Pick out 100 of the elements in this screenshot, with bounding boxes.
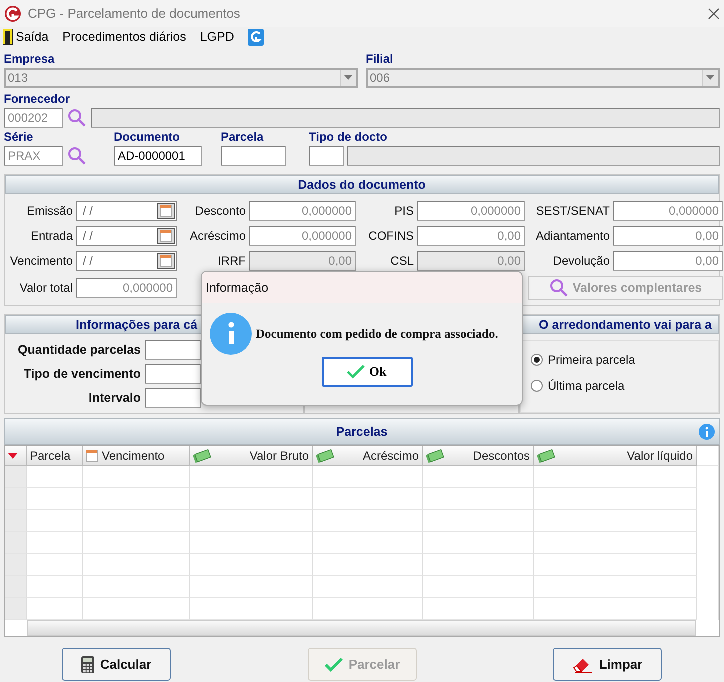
input-field[interactable] [145, 364, 201, 384]
table-cell[interactable] [27, 488, 83, 510]
menu-item[interactable]: Procedimentos diários [62, 30, 186, 44]
menu-item[interactable]: Saída [3, 29, 49, 45]
app-logo-icon[interactable] [248, 28, 264, 46]
table-cell[interactable] [27, 532, 83, 554]
document-type-field[interactable] [309, 146, 344, 166]
table-cell[interactable] [423, 554, 534, 576]
table-cell[interactable] [423, 510, 534, 532]
table-cell[interactable] [190, 554, 313, 576]
horizontal-scrollbar[interactable] [27, 620, 696, 636]
supplier-code-field[interactable]: 000202 [4, 108, 63, 128]
table-cell[interactable] [83, 532, 190, 554]
info-icon[interactable] [699, 424, 715, 440]
table-cell[interactable] [313, 554, 423, 576]
table-cell[interactable] [423, 532, 534, 554]
branch-dropdown[interactable]: 006 [366, 68, 720, 88]
table-cell[interactable] [83, 510, 190, 532]
row-header[interactable] [5, 576, 27, 598]
company-dropdown[interactable]: 013 [4, 68, 358, 88]
table-cell[interactable] [83, 488, 190, 510]
input-field[interactable] [145, 388, 201, 408]
table-cell[interactable] [313, 466, 423, 488]
close-icon[interactable] [708, 8, 720, 20]
installment-field[interactable] [221, 146, 286, 166]
table-cell[interactable] [190, 488, 313, 510]
row-header[interactable] [5, 598, 27, 620]
calendar-button[interactable] [157, 253, 175, 269]
action-button[interactable]: Limpar [553, 648, 662, 681]
table-cell[interactable] [190, 510, 313, 532]
table-cell[interactable] [534, 466, 697, 488]
table-cell[interactable] [313, 576, 423, 598]
radio-option[interactable]: Primeira parcela [531, 353, 708, 367]
search-icon[interactable] [67, 108, 87, 128]
table-cell[interactable] [534, 576, 697, 598]
radio-button[interactable] [531, 380, 543, 392]
menu-item[interactable]: LGPD [200, 30, 234, 44]
number-field[interactable]: 0,000000 [249, 201, 356, 221]
supplier-name-field[interactable] [91, 108, 720, 128]
search-icon[interactable] [67, 146, 87, 166]
column-header[interactable]: Parcela [27, 446, 83, 466]
date-field[interactable]: / / [76, 201, 177, 221]
table-cell[interactable] [534, 554, 697, 576]
table-cell[interactable] [534, 598, 697, 620]
number-field[interactable]: 0,00 [613, 251, 723, 271]
number-field[interactable]: 0,000000 [417, 201, 525, 221]
table-cell[interactable] [313, 488, 423, 510]
sort-arrow-icon[interactable] [8, 452, 18, 458]
row-header[interactable] [5, 532, 27, 554]
calendar-button[interactable] [157, 228, 175, 244]
document-field[interactable]: AD-0000001 [114, 146, 202, 166]
table-cell[interactable] [313, 598, 423, 620]
number-field[interactable]: 0,000000 [249, 226, 356, 246]
table-cell[interactable] [190, 576, 313, 598]
table-cell[interactable] [83, 466, 190, 488]
table-cell[interactable] [27, 510, 83, 532]
series-field[interactable]: PRAX [4, 146, 63, 166]
table-cell[interactable] [534, 532, 697, 554]
date-field[interactable]: / / [76, 226, 177, 246]
number-field[interactable]: 0,00 [613, 226, 723, 246]
table-cell[interactable] [423, 576, 534, 598]
table-cell[interactable] [190, 532, 313, 554]
table-cell[interactable] [423, 598, 534, 620]
dropdown-arrow-icon[interactable] [706, 75, 715, 81]
table-cell[interactable] [27, 466, 83, 488]
calendar-button[interactable] [157, 203, 175, 219]
ok-button[interactable]: Ok [322, 357, 412, 387]
table-cell[interactable] [190, 466, 313, 488]
row-header[interactable] [5, 488, 27, 510]
radio-option[interactable]: Última parcela [531, 379, 708, 393]
row-header[interactable] [5, 510, 27, 532]
table-cell[interactable] [27, 554, 83, 576]
column-header[interactable]: Descontos [423, 446, 534, 466]
date-field[interactable]: / / [76, 251, 177, 271]
table-cell[interactable] [190, 598, 313, 620]
table-cell[interactable] [313, 532, 423, 554]
table-cell[interactable] [27, 598, 83, 620]
action-button[interactable]: Calcular [62, 648, 171, 681]
table-cell[interactable] [423, 466, 534, 488]
table-cell[interactable] [313, 510, 423, 532]
table-cell[interactable] [534, 488, 697, 510]
column-header[interactable]: Valor líquido [534, 446, 697, 466]
document-type-name-field[interactable] [347, 146, 720, 166]
column-header[interactable]: Vencimento [83, 446, 190, 466]
column-header[interactable]: Acréscimo [313, 446, 423, 466]
table-cell[interactable] [534, 510, 697, 532]
number-field[interactable]: 0,000000 [613, 201, 723, 221]
table-cell[interactable] [27, 576, 83, 598]
number-field[interactable]: 0,000000 [76, 278, 177, 298]
table-cell[interactable] [83, 554, 190, 576]
row-header[interactable] [5, 554, 27, 576]
table-cell[interactable] [83, 576, 190, 598]
row-header[interactable] [5, 466, 27, 488]
table-cell[interactable] [83, 598, 190, 620]
number-field[interactable]: 0,00 [417, 226, 525, 246]
dropdown-arrow-icon[interactable] [344, 75, 353, 81]
column-header[interactable]: Valor Bruto [190, 446, 313, 466]
input-field[interactable] [145, 340, 201, 360]
radio-button[interactable] [531, 354, 543, 366]
table-cell[interactable] [423, 488, 534, 510]
